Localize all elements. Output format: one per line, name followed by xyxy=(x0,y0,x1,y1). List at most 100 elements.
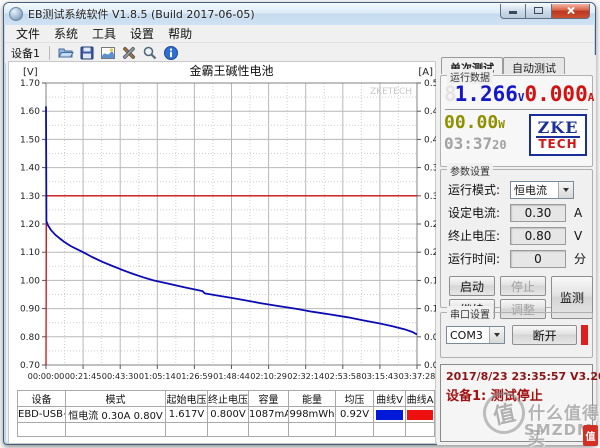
set-current-label: 设定电流: xyxy=(448,206,501,220)
svg-text:ZKETECH: ZKETECH xyxy=(370,87,412,97)
zoom-icon[interactable] xyxy=(141,45,158,62)
cutoff-voltage-input[interactable]: 0.80 xyxy=(510,226,566,245)
svg-text:0.15: 0.15 xyxy=(424,276,436,286)
discharge-chart: 1.70 0.50 1.60 0.45 1.50 0.40 1.40 0.35 1.30 0.30… xyxy=(20,63,436,381)
chevron-down-icon[interactable] xyxy=(489,327,505,343)
chart-icon[interactable] xyxy=(99,45,116,62)
run-time-input[interactable]: 0 xyxy=(510,249,566,268)
svg-text:02:10:29: 02:10:29 xyxy=(250,371,287,381)
com-port-select[interactable]: COM3 xyxy=(446,326,506,344)
svg-text:01:26:59: 01:26:59 xyxy=(176,371,213,381)
svg-text:0.50: 0.50 xyxy=(424,79,436,89)
svg-text:[A]: [A] xyxy=(418,67,433,78)
menu-item-file[interactable]: 文件 xyxy=(9,24,47,43)
app-window: EB测试系统软件 V1.8.5 (Build 2017-06-05) 文件 系统工… xyxy=(3,2,600,445)
svg-text:00:00:00: 00:00:00 xyxy=(28,371,65,381)
curve-a-swatch xyxy=(405,406,435,423)
title-bar: EB测试系统软件 V1.8.5 (Build 2017-06-05) xyxy=(4,3,595,25)
toolbar-separator xyxy=(49,46,50,60)
menu-item-system[interactable]: 系统 xyxy=(47,24,85,43)
menu-item-help[interactable]: 帮助 xyxy=(161,24,199,43)
table-cell: 0.800V xyxy=(207,406,249,423)
run-data-group-label: 运行数据 xyxy=(447,69,493,84)
table-cell xyxy=(335,422,374,437)
table-cell xyxy=(248,422,289,437)
table-header: 曲线A xyxy=(405,390,435,407)
table-header: 起始电压 xyxy=(165,390,208,407)
status-timestamp: 2017/8/23 23:35:57 V3.20 xyxy=(446,370,600,383)
table-cell: 1087mAh xyxy=(248,406,289,423)
svg-text:0.20: 0.20 xyxy=(424,248,436,258)
table-row[interactable]: EBD-USB+恒电流 0.30A 0.80V1.617V0.800V1087m… xyxy=(17,406,435,423)
table-cell: EBD-USB+ xyxy=(17,406,66,423)
svg-text:1.50: 1.50 xyxy=(20,135,40,145)
svg-text:02:53:58: 02:53:58 xyxy=(324,371,361,381)
svg-text:1.20: 1.20 xyxy=(20,220,40,230)
svg-text:0.10: 0.10 xyxy=(424,305,436,315)
table-cell: 998mWh xyxy=(288,406,336,423)
disconnect-button[interactable]: 断开 xyxy=(512,325,578,345)
table-cell xyxy=(165,422,208,437)
svg-text:1.60: 1.60 xyxy=(20,107,40,117)
svg-text:1.10: 1.10 xyxy=(20,248,40,258)
results-table: 设备模式起始电压终止电压容量能量均压曲线V曲线AEBD-USB+恒电流 0.30… xyxy=(17,390,435,437)
chevron-down-icon[interactable] xyxy=(558,181,573,198)
table-cell: 0.92V xyxy=(335,406,374,423)
close-button[interactable] xyxy=(552,3,590,19)
svg-text:0.80: 0.80 xyxy=(20,333,40,343)
svg-text:0.40: 0.40 xyxy=(424,135,436,145)
tab-auto-test[interactable]: 自动测试 xyxy=(503,57,565,75)
set-current-unit: A xyxy=(574,205,583,220)
menu-item-settings[interactable]: 设置 xyxy=(123,24,161,43)
device-selector[interactable]: 设备1 xyxy=(11,45,40,61)
save-icon[interactable] xyxy=(78,45,95,62)
info-icon[interactable] xyxy=(162,45,179,62)
params-group: 参数设置 运行模式: 恒电流 设定电流: 0.30 A 终止电压: 0.80 V… xyxy=(440,163,593,319)
close-icon xyxy=(566,6,575,15)
connection-indicator xyxy=(581,325,588,345)
menu-item-tools[interactable]: 工具 xyxy=(85,24,123,43)
window-title: EB测试系统软件 V1.8.5 (Build 2017-06-05) xyxy=(28,8,255,21)
run-time-label: 运行时间: xyxy=(448,252,501,266)
serial-group-label: 串口设置 xyxy=(447,306,493,321)
power-display: 00.00W xyxy=(444,112,505,133)
table-header: 模式 xyxy=(65,390,166,407)
voltage-display: 1.266V xyxy=(444,82,525,106)
open-icon[interactable] xyxy=(57,45,74,62)
cutoff-voltage-unit: V xyxy=(574,228,583,243)
run-data-divider xyxy=(445,109,588,110)
curve-v-swatch xyxy=(373,422,406,437)
svg-text:01:48:44: 01:48:44 xyxy=(213,371,250,381)
svg-text:0.45: 0.45 xyxy=(424,107,436,117)
menu-bar: 文件 系统 工具 设置 帮助 xyxy=(5,25,594,43)
svg-text:1.30: 1.30 xyxy=(20,192,40,202)
table-header: 设备 xyxy=(17,390,66,407)
table-cell xyxy=(288,422,336,437)
svg-text:0.30: 0.30 xyxy=(424,192,436,202)
start-button[interactable]: 启动 xyxy=(449,276,495,296)
svg-text:01:05:14: 01:05:14 xyxy=(139,371,176,381)
svg-text:0.00: 0.00 xyxy=(424,361,436,371)
table-header: 均压 xyxy=(335,390,374,407)
table-header: 能量 xyxy=(288,390,336,407)
set-current-input[interactable]: 0.30 xyxy=(510,203,566,222)
table-header: 终止电压 xyxy=(207,390,249,407)
table-cell: 恒电流 0.30A 0.80V xyxy=(65,406,166,423)
maximize-button[interactable] xyxy=(526,3,552,19)
svg-text:0.70: 0.70 xyxy=(20,361,40,371)
run-mode-select[interactable]: 恒电流 xyxy=(510,180,574,199)
table-cell: 1.617V xyxy=(165,406,208,423)
zketech-logo: ZKE TECH xyxy=(529,114,587,156)
svg-text:02:32:14: 02:32:14 xyxy=(287,371,324,381)
svg-text:[V]: [V] xyxy=(23,67,38,78)
stop-button: 停止 xyxy=(500,276,546,296)
curve-v-swatch xyxy=(373,406,406,423)
table-header: 曲线V xyxy=(373,390,406,407)
chart-panel: 1.70 0.50 1.60 0.45 1.50 0.40 1.40 0.35 1.30 0.30… xyxy=(8,61,436,444)
svg-text:1.40: 1.40 xyxy=(20,164,40,174)
table-row[interactable] xyxy=(17,422,435,437)
table-header: 容量 xyxy=(248,390,289,407)
tools-icon[interactable] xyxy=(120,45,137,62)
minimize-button[interactable] xyxy=(500,3,526,19)
svg-text:1.00: 1.00 xyxy=(20,276,40,286)
